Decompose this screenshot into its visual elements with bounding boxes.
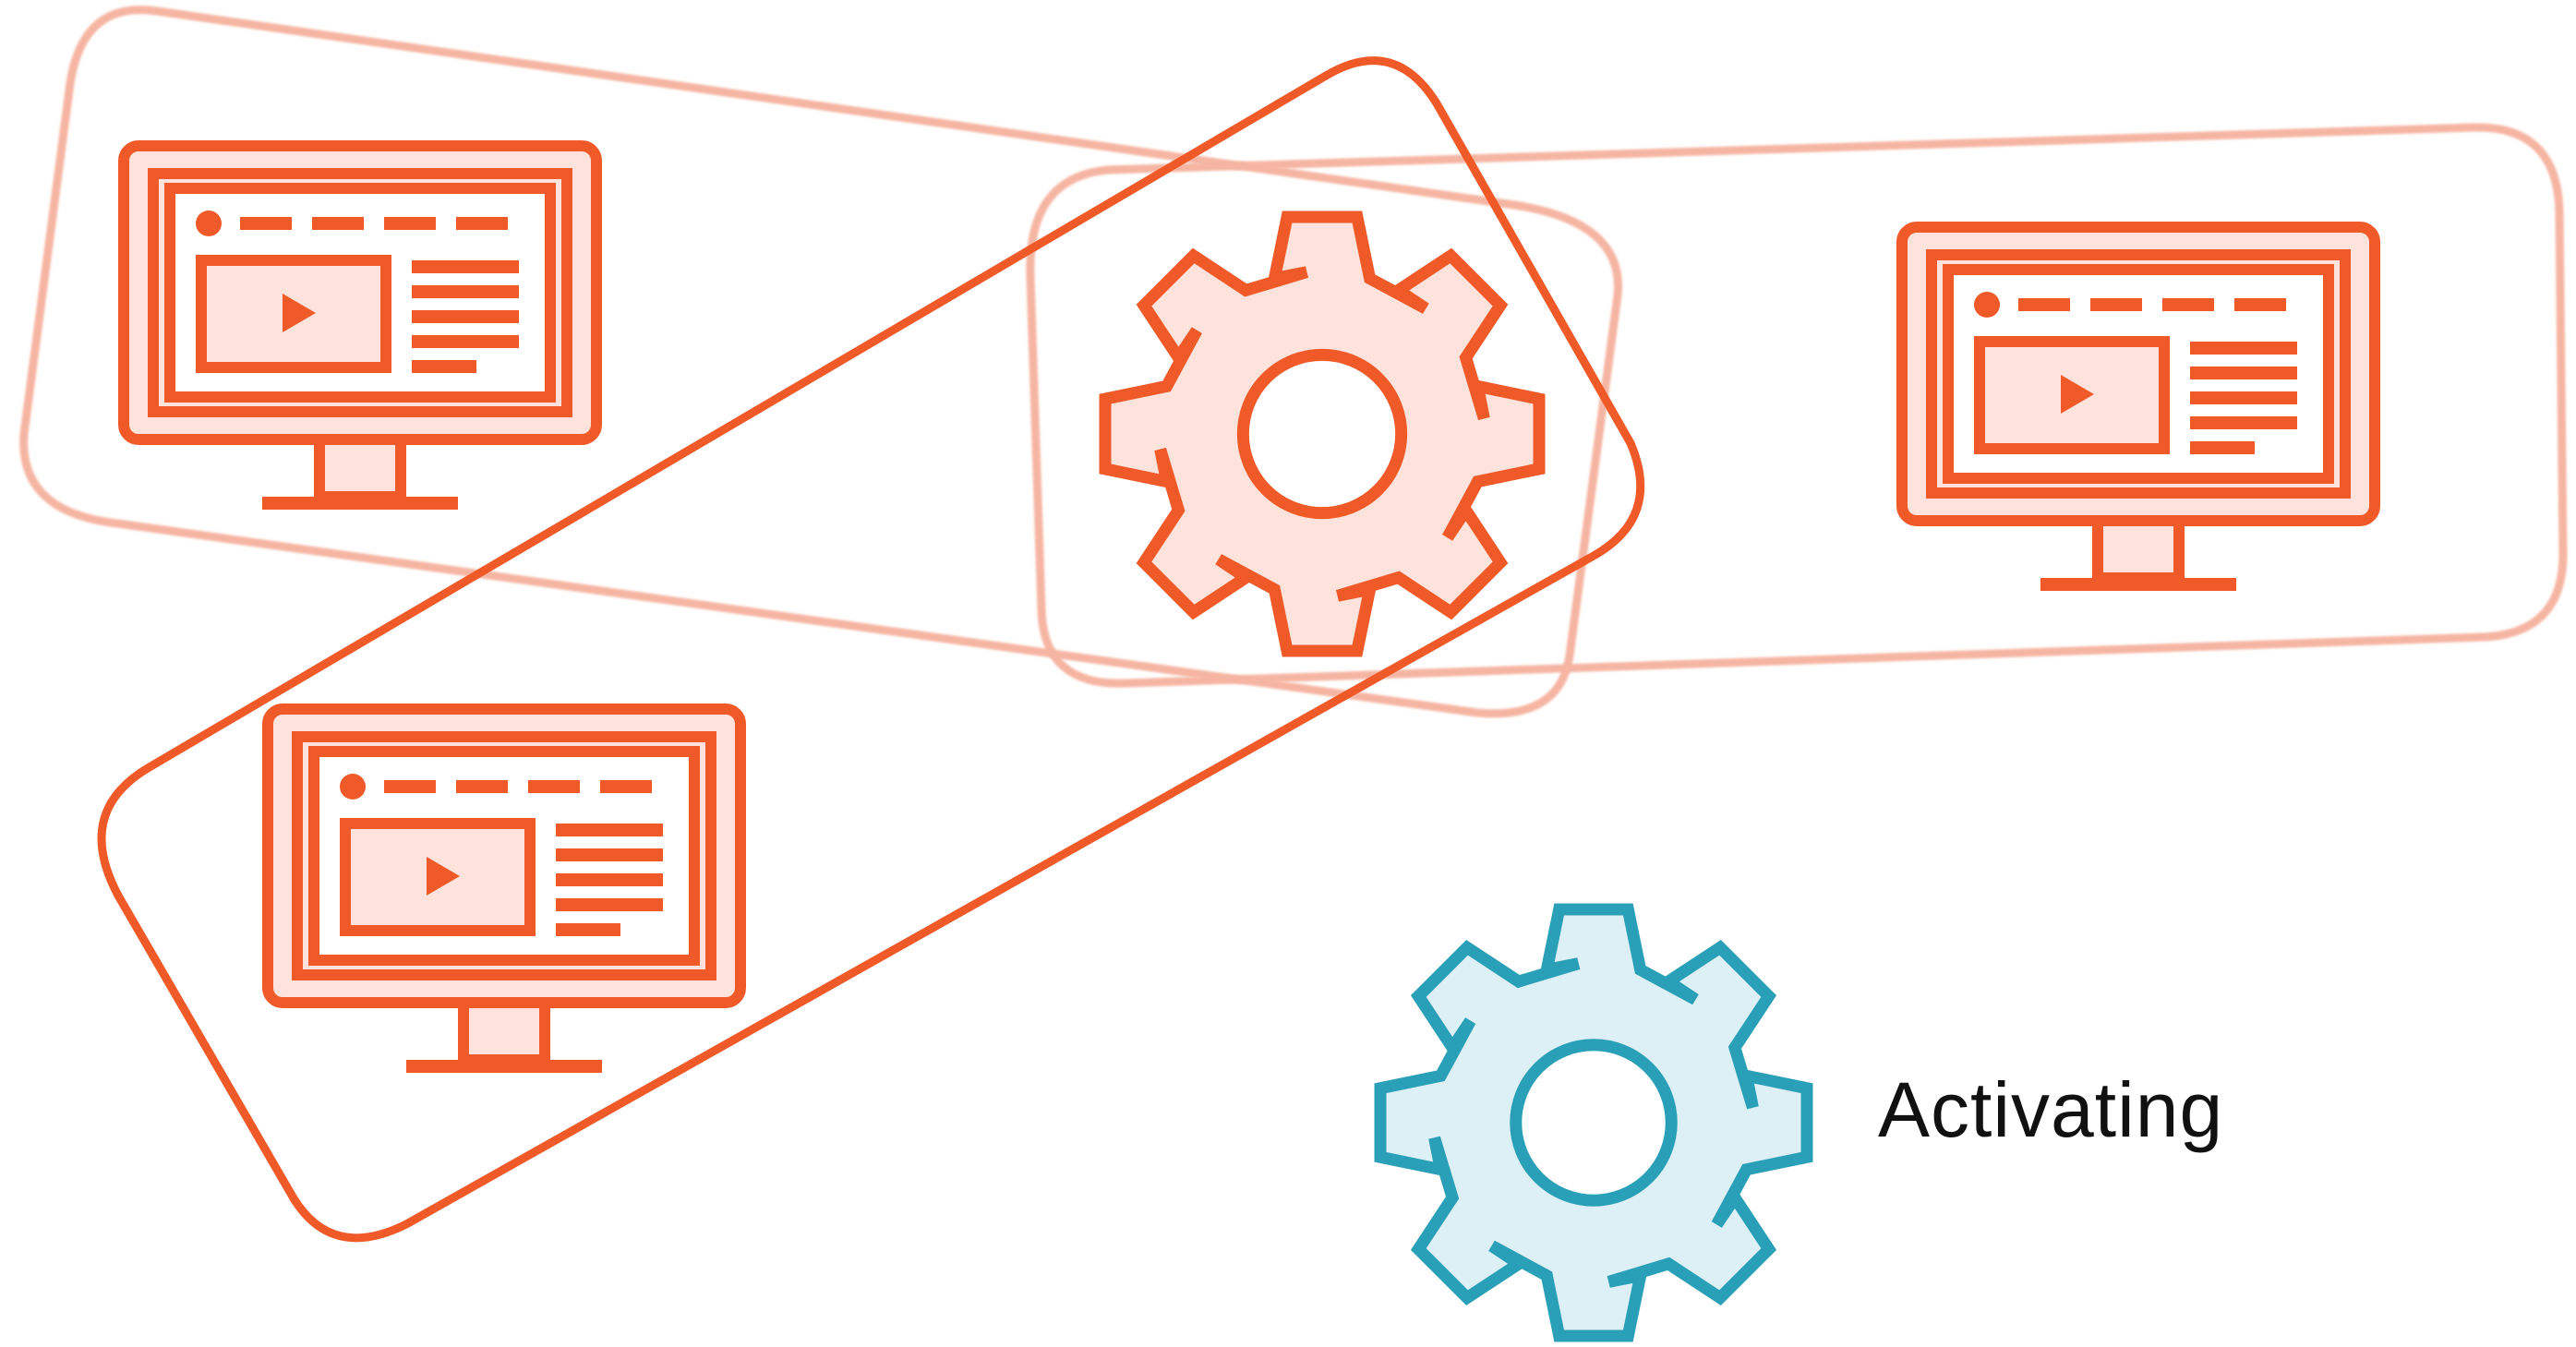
- status-label: Activating: [1878, 1066, 2224, 1153]
- gear-icon-central: [1099, 210, 1546, 657]
- gear-icon-activating: [1374, 903, 1813, 1342]
- monitor-icon-bottom-left: [268, 709, 740, 1073]
- diagram-canvas: Activating: [0, 0, 2576, 1342]
- monitor-icon-right: [1902, 227, 2375, 591]
- gear-hub: [1510, 1039, 1678, 1207]
- gear-hub: [1236, 348, 1408, 520]
- monitor-icon-top-left: [124, 146, 596, 510]
